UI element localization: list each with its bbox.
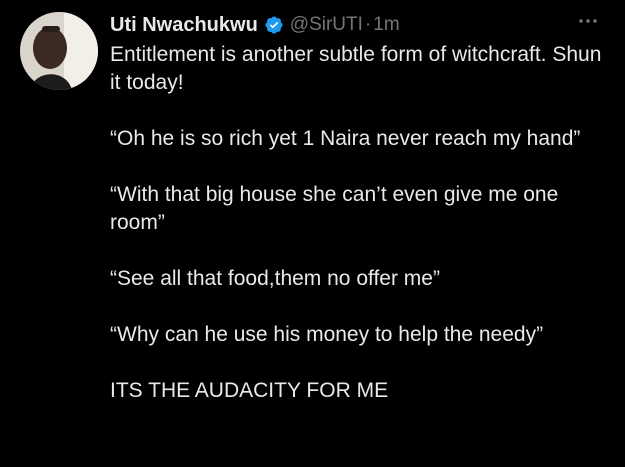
tweet-paragraph: ITS THE AUDACITY FOR ME [110, 379, 389, 402]
header-separator: · [364, 14, 372, 35]
verified-badge-icon [264, 15, 284, 35]
tweet-paragraph: “With that big house she can’t even give… [110, 183, 559, 234]
tweet-paragraph: “See all that food,them no offer me” [110, 267, 440, 290]
author-handle[interactable]: @SirUTI [290, 14, 363, 36]
tweet-paragraph: Entitlement is another subtle form of wi… [110, 43, 602, 94]
tweet-header: Uti Nwachukwu @SirUTI · 1m [110, 10, 400, 40]
tweet-text: Entitlement is another subtle form of wi… [110, 41, 610, 405]
avatar[interactable] [20, 12, 98, 90]
author-name[interactable]: Uti Nwachukwu [110, 14, 258, 37]
tweet-card[interactable]: Uti Nwachukwu @SirUTI · 1m Entitlement i… [0, 0, 625, 467]
more-horizontal-icon [579, 19, 597, 23]
avatar-image [20, 12, 98, 90]
more-options-button[interactable] [573, 10, 603, 32]
tweet-paragraph: “Why can he use his money to help the ne… [110, 323, 544, 346]
tweet-paragraph: “Oh he is so rich yet 1 Naira never reac… [110, 127, 581, 150]
tweet-timestamp[interactable]: 1m [373, 14, 399, 36]
